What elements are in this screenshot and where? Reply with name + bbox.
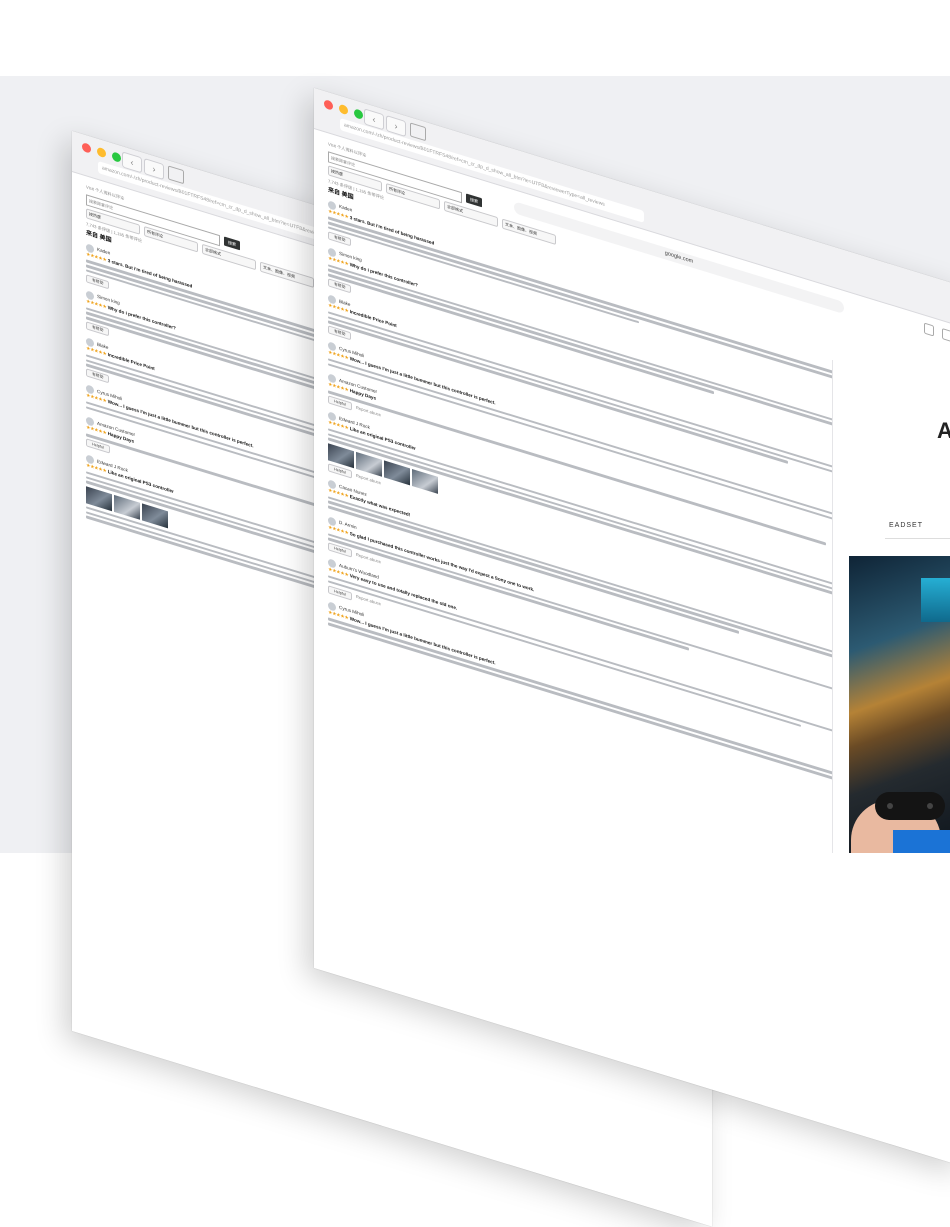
sidebar-toggle-icon[interactable] [168, 165, 184, 185]
close-icon[interactable] [82, 142, 91, 154]
gamepad-icon [875, 792, 945, 820]
promo-headline: AL [937, 418, 950, 444]
minimize-icon[interactable] [339, 103, 348, 116]
sleeve-graphic [893, 830, 950, 853]
close-icon[interactable] [324, 99, 333, 111]
promo-divider [885, 538, 950, 539]
search-button[interactable]: 搜索 [224, 235, 240, 250]
maximize-icon[interactable] [112, 151, 121, 163]
product-promo-panel: AL EADSET [832, 360, 950, 853]
search-button[interactable]: 搜索 [466, 192, 482, 207]
sidebar-toggle-icon[interactable] [410, 122, 426, 142]
window-controls [82, 142, 121, 163]
minimize-icon[interactable] [97, 146, 106, 159]
window-controls [324, 99, 363, 120]
promo-subtitle: EADSET [889, 522, 924, 529]
game-screen [921, 578, 950, 622]
maximize-icon[interactable] [354, 108, 363, 120]
